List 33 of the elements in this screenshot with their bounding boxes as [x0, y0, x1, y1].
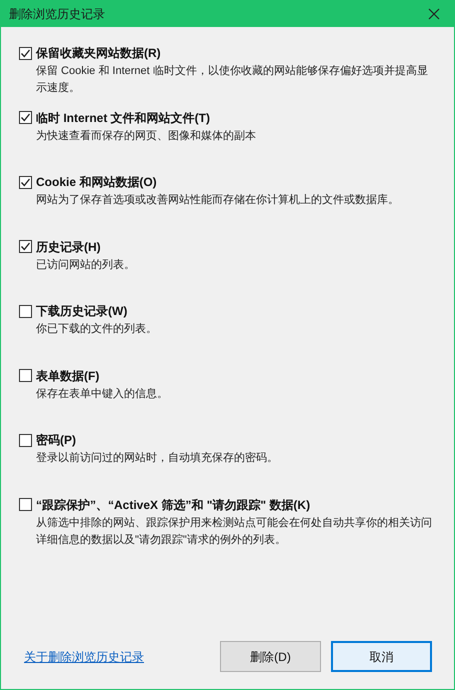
checkmark-icon	[20, 48, 31, 58]
option-description: 为快速查看而保存的网页、图像和媒体的副本	[36, 128, 257, 144]
option-label[interactable]: 历史记录(H)	[36, 238, 101, 254]
checkbox[interactable]	[19, 434, 32, 446]
window-title: 删除浏览历史记录	[9, 6, 105, 23]
checkbox[interactable]	[19, 304, 32, 318]
option-description: 保存在表单中键入的信息。	[36, 386, 169, 402]
option-label[interactable]: 下载历史记录(W)	[36, 303, 128, 319]
option-label[interactable]: “跟踪保护”、“ActiveX 筛选”和 "请勿跟踪" 数据(K)	[36, 496, 310, 512]
help-link[interactable]: 关于删除浏览历史记录	[24, 648, 144, 666]
checkbox[interactable]	[19, 46, 32, 60]
checkmark-icon	[20, 176, 31, 188]
option-description: 网站为了保存首选项或改善网站性能而存储在你计算机上的文件或数据库。	[36, 192, 400, 208]
option-label[interactable]: 密码(P)	[36, 432, 76, 448]
checkbox[interactable]	[19, 111, 32, 124]
option-description: 登录以前访问过的网站时，自动填充保存的密码。	[36, 450, 279, 466]
dialog-button[interactable]: 取消	[331, 641, 432, 672]
checkmark-icon	[20, 112, 31, 123]
checkmark-icon	[20, 241, 31, 252]
checkbox[interactable]	[19, 498, 32, 511]
option-label[interactable]: 保留收藏夹网站数据(R)	[36, 45, 161, 61]
checkbox[interactable]	[19, 369, 32, 382]
checkbox[interactable]	[19, 240, 32, 253]
dialog-button[interactable]: 删除(D)	[220, 641, 321, 672]
option-description: 保留 Cookie 和 Internet 临时文件，以使你收藏的网站能够保存偏好选项并提高显示速度。	[36, 64, 429, 96]
checkbox[interactable]	[19, 176, 32, 188]
option-description: 已访问网站的列表。	[36, 258, 136, 272]
close-icon	[428, 8, 440, 20]
option-label[interactable]: 临时 Internet 文件和网站文件(T)	[36, 110, 210, 126]
option-label[interactable]: 表单数据(F)	[36, 368, 100, 384]
option-description: 从筛选中排除的网站、跟踪保护用来检测站点可能会在何处自动共享你的相关访问详细信息的数据以及"请勿跟踪"请求的例外的列表。	[36, 516, 433, 548]
option-label[interactable]: Cookie 和网站数据(O)	[36, 174, 157, 190]
option-description: 你已下载的文件的列表。	[36, 322, 158, 337]
